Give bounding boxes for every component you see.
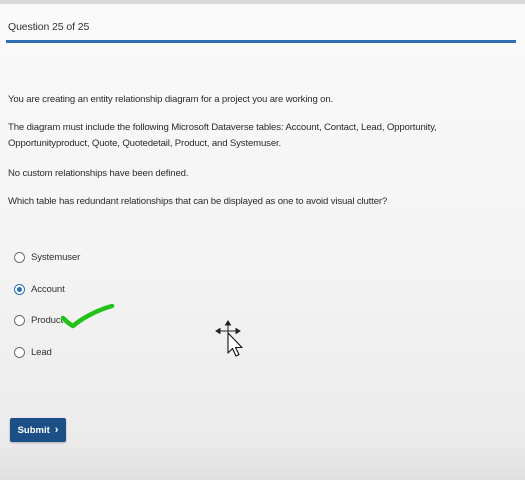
move-cursor-icon [215, 320, 243, 357]
answer-option-lead[interactable]: Lead [14, 343, 52, 361]
radio-button[interactable] [14, 251, 25, 263]
submit-button[interactable]: Submit › [10, 418, 66, 442]
radio-button[interactable] [14, 314, 25, 326]
answer-option-label: Account [31, 283, 65, 295]
answer-option-label: Lead [31, 346, 52, 358]
radio-button[interactable] [14, 346, 25, 358]
chevron-right-icon: › [54, 423, 59, 436]
answer-option-systemuser[interactable]: Systemuser [14, 248, 80, 266]
progress-bar [6, 40, 516, 43]
background-shade [0, 440, 525, 480]
submit-button-label: Submit [17, 424, 50, 436]
checkmark-icon [60, 303, 115, 329]
answer-option-product[interactable]: Product [14, 311, 63, 329]
question-counter: Question 25 of 25 [8, 21, 90, 33]
question-paragraph: You are creating an entity relationship … [8, 94, 334, 105]
answer-option-label: Product [31, 314, 64, 326]
page-header: Question 25 of 25 [0, 0, 525, 46]
question-paragraph: The diagram must include the following M… [8, 122, 437, 149]
radio-button-selected[interactable] [14, 283, 25, 295]
answer-option-label: Systemuser [31, 251, 81, 263]
question-prompt: Which table has redundant relationships … [8, 196, 388, 207]
question-paragraph: No custom relationships have been define… [8, 168, 189, 179]
answer-option-account[interactable]: Account [14, 280, 65, 298]
